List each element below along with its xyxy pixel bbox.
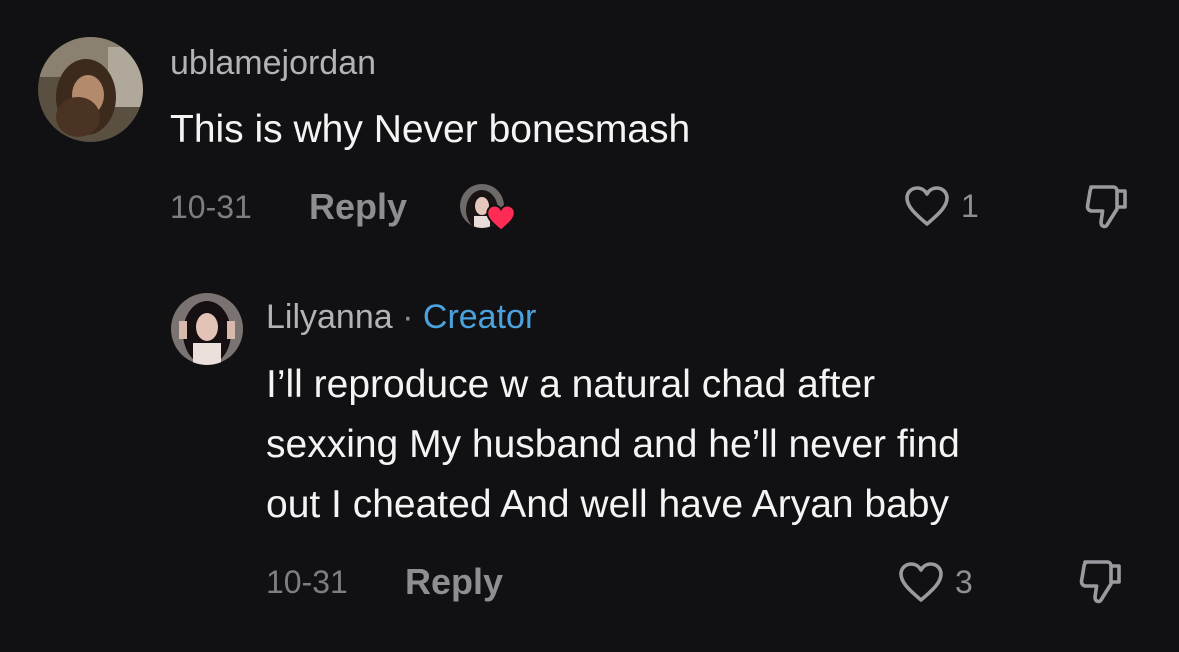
reply-text: I’ll reproduce w a natural chad after se…: [266, 355, 960, 535]
reply-username[interactable]: Lilyanna: [266, 298, 393, 336]
heart-outline-icon: [899, 562, 943, 602]
thumbs-down-icon: [1085, 185, 1127, 229]
comment-text: This is why Never bonesmash: [170, 108, 691, 151]
reply-text-line: sexxing My husband and he’ll never find: [266, 423, 960, 466]
dislike-button[interactable]: [1081, 181, 1133, 238]
reply-button[interactable]: Reply: [309, 189, 407, 225]
comment-username[interactable]: ublamejordan: [170, 46, 376, 80]
dislike-button[interactable]: [1075, 556, 1127, 613]
reply-date: 10-31: [266, 564, 348, 600]
like-count: 3: [955, 564, 973, 600]
reply-text-line: I’ll reproduce w a natural chad after: [266, 363, 876, 406]
creator-badge: Creator: [422, 298, 537, 336]
heart-outline-icon: [905, 186, 949, 226]
like-button[interactable]: 3: [897, 560, 973, 604]
thumbs-down-icon: [1079, 560, 1121, 604]
creator-liked-indicator: [458, 182, 518, 234]
commenter-avatar[interactable]: [38, 37, 143, 142]
reply-commenter-avatar[interactable]: [171, 293, 243, 365]
username-separator: ·: [402, 298, 414, 336]
reply-text-line: out I cheated And well have Aryan baby: [266, 483, 949, 526]
reply-username-line: Lilyanna · Creator: [266, 300, 536, 334]
creator-liked-heart-icon: [486, 204, 516, 232]
like-button[interactable]: 1: [903, 184, 979, 228]
comment-date: 10-31: [170, 189, 252, 225]
reply-button[interactable]: Reply: [405, 564, 503, 600]
like-count: 1: [961, 188, 979, 224]
